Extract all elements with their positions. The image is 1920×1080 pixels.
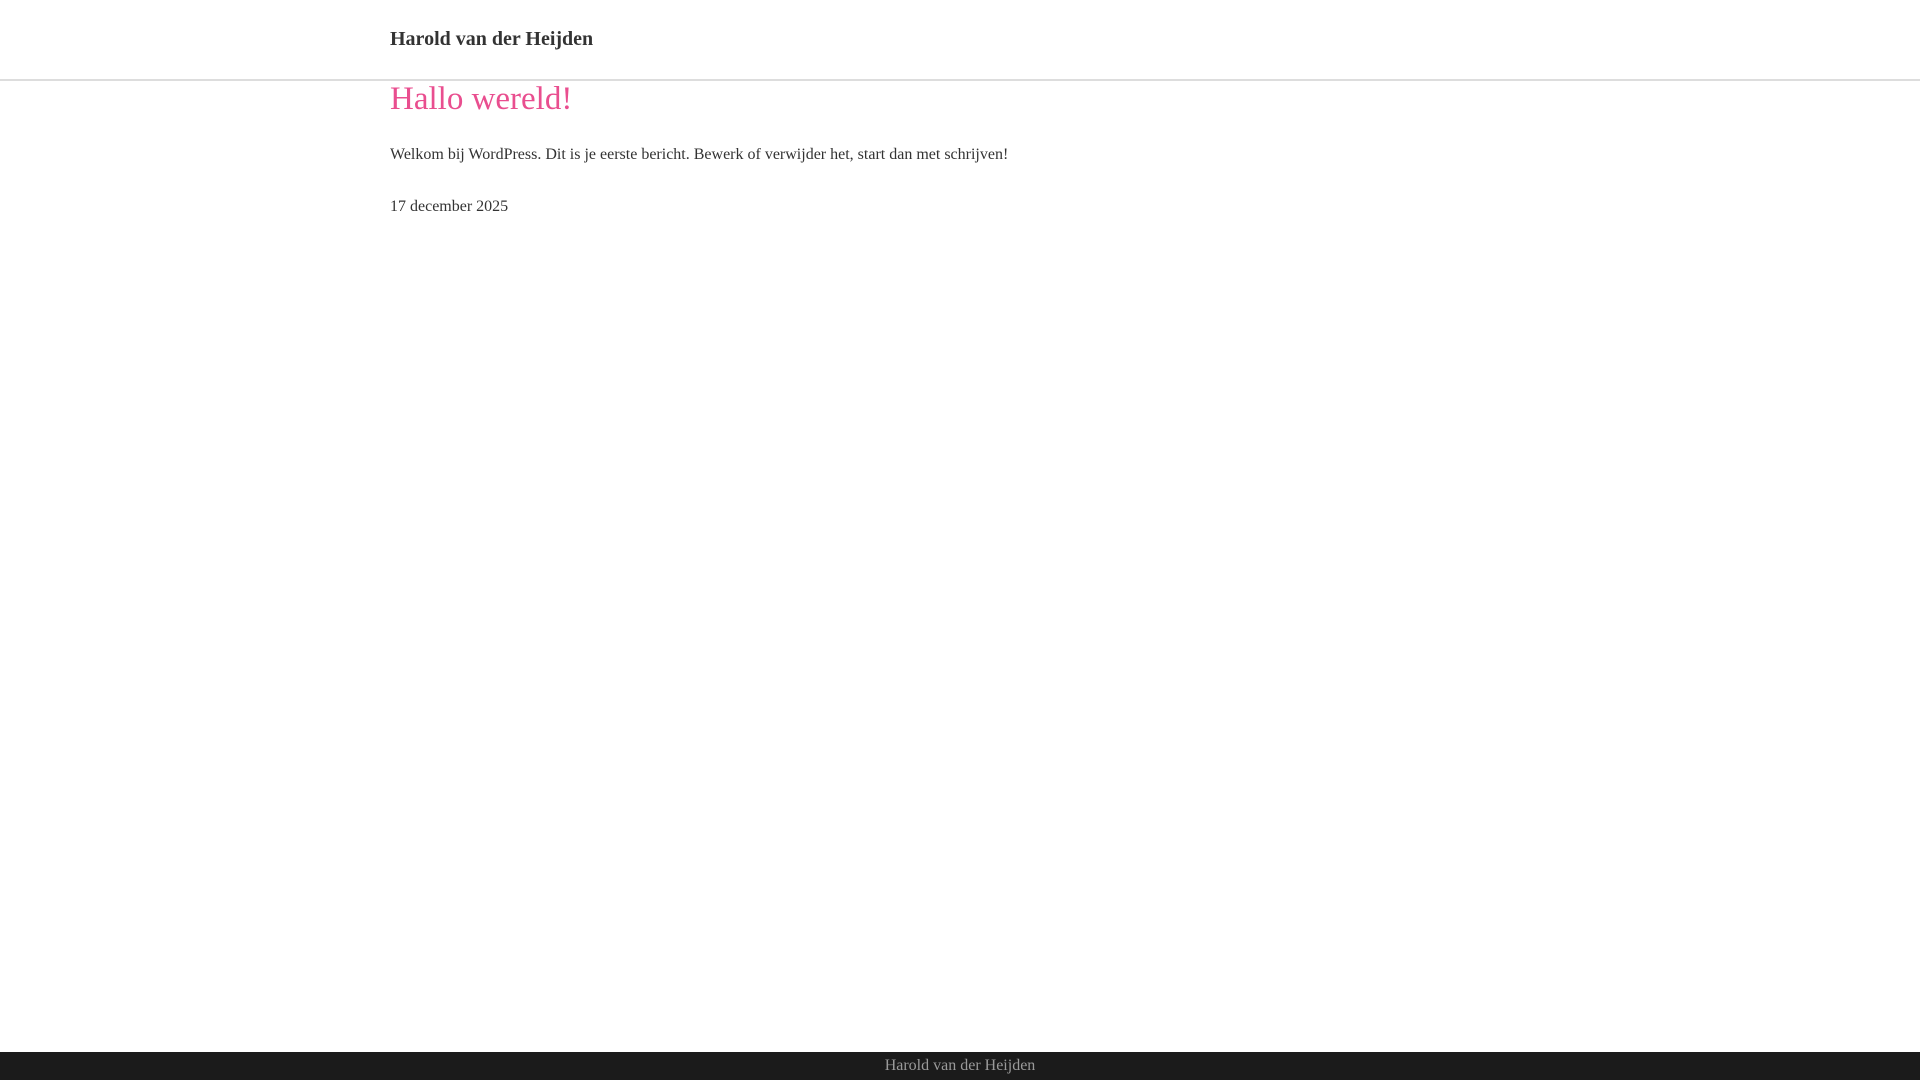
footer-text: Harold van der Heijden [884,1057,1036,1074]
post-body: Welkom bij WordPress. Dit is je eerste b… [390,146,1009,163]
site-title-link[interactable]: Harold van der Heijden [390,26,593,52]
post-title[interactable]: Hallo wereld! [390,80,572,118]
site-footer: Harold van der Heijden [0,1052,1920,1080]
post-date: 17 december 2025 [390,198,509,215]
site-header: Harold van der Heijden [0,0,1920,81]
